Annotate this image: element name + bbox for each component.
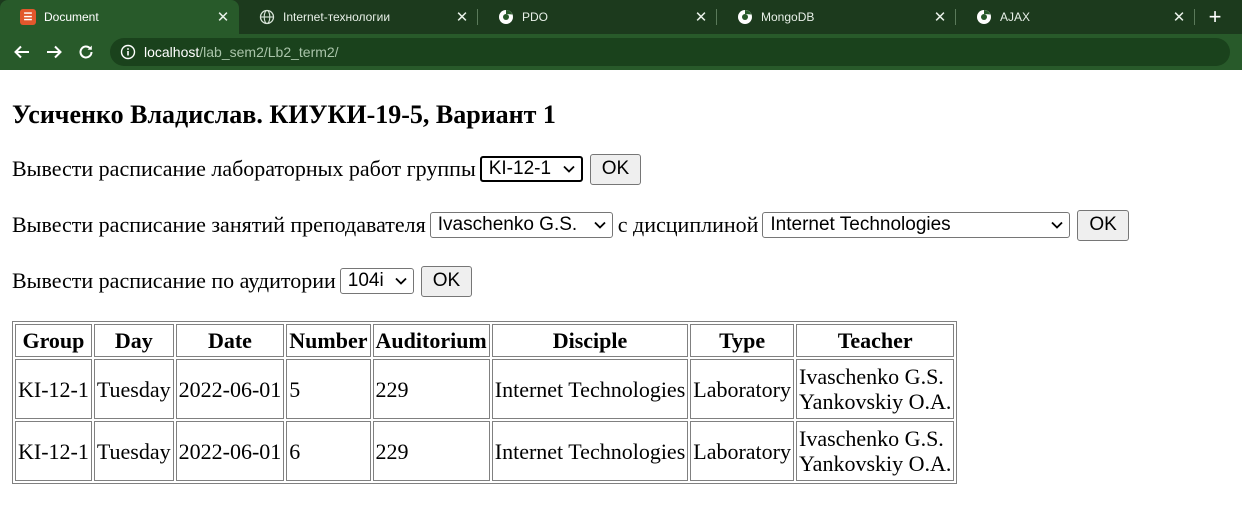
tab-separator — [1194, 9, 1195, 25]
cell-type: Laboratory — [690, 359, 794, 419]
cell-date: 2022-06-01 — [175, 359, 285, 419]
info-icon[interactable] — [120, 44, 136, 60]
cell-teacher: Ivaschenko G.S. Yankovskiy O.A. — [796, 359, 955, 419]
cell-group: KI-12-1 — [15, 359, 92, 419]
column-header: Auditorium — [372, 324, 490, 357]
tab-title: AJAX — [1000, 10, 1031, 24]
auditorium-select[interactable]: 104i — [339, 268, 414, 294]
discipline-label: с дисциплиной — [617, 212, 759, 237]
table-header-row: Group Day Date Number Auditorium Discipl… — [15, 324, 955, 357]
group-select-value: KI-12-1 — [488, 158, 552, 179]
group-schedule-form: Вывести расписание лабораторных работ гр… — [12, 153, 1230, 185]
tab-title: MongoDB — [761, 10, 815, 24]
page-content: Усиченко Владислав. КИУКИ-19-5, Вариант … — [0, 100, 1242, 484]
cell-number: 6 — [286, 421, 371, 481]
auditorium-schedule-form: Вывести расписание по аудитории 104i OK — [12, 265, 1230, 297]
cell-day: Tuesday — [93, 359, 174, 419]
teacher-label: Вывести расписание занятий преподавателя — [12, 212, 426, 237]
tab-title: Internet-технологии — [283, 10, 391, 24]
teacher-select-value: Ivaschenko G.S. — [437, 214, 578, 235]
teacher-name: Yankovskiy O.A. — [799, 451, 952, 476]
tab-document[interactable]: ☰ Document ✕ — [0, 0, 239, 34]
cell-number: 5 — [286, 359, 371, 419]
close-icon[interactable]: ✕ — [215, 9, 231, 26]
cell-auditorium: 229 — [372, 421, 490, 481]
column-header: Disciple — [491, 324, 689, 357]
auditorium-label: Вывести расписание по аудитории — [12, 268, 336, 293]
teacher-name: Yankovskiy O.A. — [799, 389, 952, 414]
table-row: KI-12-1 Tuesday 2022-06-01 5 229 Interne… — [15, 359, 955, 419]
cell-date: 2022-06-01 — [175, 421, 285, 481]
tab-title: PDO — [522, 10, 549, 24]
cell-type: Laboratory — [690, 421, 794, 481]
cell-teacher: Ivaschenko G.S. Yankovskiy O.A. — [796, 421, 955, 481]
cell-day: Tuesday — [93, 421, 174, 481]
cell-disciple: Internet Technologies — [491, 359, 689, 419]
globe-icon — [259, 9, 275, 25]
auditorium-ok-button[interactable]: OK — [420, 265, 473, 297]
back-arrow-icon — [14, 45, 29, 59]
close-icon[interactable]: ✕ — [454, 9, 470, 26]
discipline-select-value: Internet Technologies — [770, 214, 951, 235]
column-header: Date — [175, 324, 285, 357]
group-label: Вывести расписание лабораторных работ гр… — [12, 156, 476, 181]
chrome-page-icon — [737, 9, 753, 25]
column-header: Group — [15, 324, 92, 357]
browser-toolbar: localhost/lab_sem2/Lb2_term2/ — [0, 34, 1242, 70]
close-icon[interactable]: ✕ — [1171, 9, 1187, 26]
chevron-down-icon — [395, 277, 407, 285]
chevron-down-icon — [594, 221, 606, 229]
column-header: Day — [93, 324, 174, 357]
tab-title: Document — [44, 10, 99, 24]
close-icon[interactable]: ✕ — [693, 9, 709, 26]
chrome-page-icon — [498, 9, 514, 25]
teacher-name: Ivaschenko G.S. — [799, 426, 944, 451]
html-doc-icon: ☰ — [20, 9, 36, 25]
cell-disciple: Internet Technologies — [491, 421, 689, 481]
tab-pdo[interactable]: PDO ✕ — [478, 0, 717, 34]
column-header: Teacher — [796, 324, 955, 357]
chevron-down-icon — [563, 165, 575, 173]
forward-button[interactable] — [38, 36, 70, 68]
column-header: Type — [690, 324, 794, 357]
chevron-down-icon — [1051, 221, 1064, 229]
reload-button[interactable] — [70, 36, 102, 68]
tab-internet-technologies[interactable]: Internet-технологии ✕ — [239, 0, 478, 34]
url-path: /lab_sem2/Lb2_term2/ — [199, 44, 339, 60]
reload-icon — [79, 45, 93, 59]
forward-arrow-icon — [47, 45, 62, 59]
cell-auditorium: 229 — [372, 359, 490, 419]
schedule-table: Group Day Date Number Auditorium Discipl… — [12, 321, 958, 484]
teacher-name: Ivaschenko G.S. — [799, 364, 944, 389]
new-tab-button[interactable]: + — [1195, 0, 1235, 34]
discipline-select[interactable]: Internet Technologies — [762, 212, 1071, 238]
url-host: localhost — [144, 44, 200, 60]
address-bar[interactable]: localhost/lab_sem2/Lb2_term2/ — [110, 38, 1230, 66]
tab-ajax[interactable]: AJAX ✕ — [956, 0, 1195, 34]
group-select[interactable]: KI-12-1 — [479, 156, 583, 182]
teacher-select[interactable]: Ivaschenko G.S. — [429, 212, 613, 238]
auditorium-select-value: 104i — [347, 270, 384, 291]
teacher-ok-button[interactable]: OK — [1077, 209, 1129, 241]
page-title: Усиченко Владислав. КИУКИ-19-5, Вариант … — [12, 100, 556, 129]
tab-strip: ☰ Document ✕ Internet-технологии ✕ PDO ✕… — [0, 0, 1242, 34]
close-icon[interactable]: ✕ — [932, 9, 948, 26]
cell-group: KI-12-1 — [15, 421, 92, 481]
group-ok-button[interactable]: OK — [589, 153, 642, 185]
teacher-schedule-form: Вывести расписание занятий преподавателя… — [12, 209, 1230, 241]
chrome-page-icon — [976, 9, 992, 25]
table-row: KI-12-1 Tuesday 2022-06-01 6 229 Interne… — [15, 421, 955, 481]
tab-mongodb[interactable]: MongoDB ✕ — [717, 0, 956, 34]
back-button[interactable] — [6, 36, 38, 68]
column-header: Number — [286, 324, 371, 357]
